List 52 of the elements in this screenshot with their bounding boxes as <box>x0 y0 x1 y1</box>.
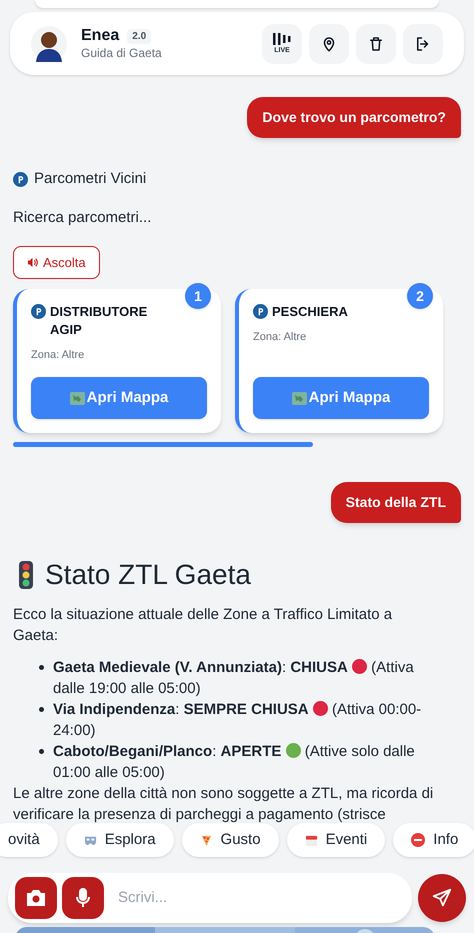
parking-icon <box>253 304 268 319</box>
calendar-icon <box>304 834 318 846</box>
camera-button[interactable] <box>15 877 57 919</box>
map-icon <box>70 392 85 404</box>
zone-status: Via Indipendenza: SEMPRE CHIUSA (Attiva 00:00-24:00) <box>53 699 441 741</box>
message-title: Parcometri Vicini <box>34 169 146 189</box>
number-badge: 1 <box>185 283 211 309</box>
user-message: Dove trovo un parcometro? <box>247 97 461 138</box>
microphone-button[interactable] <box>62 877 104 919</box>
assistant-subtitle: Guida di Gaeta <box>81 46 162 61</box>
delete-button[interactable] <box>356 24 396 64</box>
bullet-icon <box>39 665 44 670</box>
zone-label: Zona: Altre <box>253 330 306 345</box>
parking-icon <box>13 172 28 187</box>
camera-icon <box>26 889 46 907</box>
map-icon <box>292 392 307 404</box>
number-badge: 2 <box>407 283 433 309</box>
sound-bars-icon <box>273 32 291 44</box>
card-title: DISTRIBUTORE AGIP <box>50 303 148 339</box>
user-message: Stato della ZTL <box>330 482 461 523</box>
quick-chip[interactable]: Eventi <box>286 823 386 857</box>
traffic-light-icon <box>19 561 33 589</box>
avatar-icon <box>31 26 67 62</box>
pizza-icon <box>200 834 213 846</box>
zone-status: Caboto/Begani/Planco: APERTE (Attive solo dalle 01:00 alle 05:00) <box>53 741 441 783</box>
send-button[interactable] <box>418 874 466 922</box>
speaker-icon <box>27 257 38 268</box>
open-map-button[interactable]: Apri Mappa <box>31 377 207 419</box>
zone-status: Gaeta Medievale (V. Annunziata): CHIUSA (Attiva dalle 19:00 alle 05:00) <box>53 657 441 699</box>
parking-icon <box>31 304 46 319</box>
listen-button[interactable]: Ascolta <box>13 246 100 279</box>
bullet-icon <box>39 707 44 712</box>
section-heading: Stato ZTL Gaeta <box>45 558 251 592</box>
assistant-name: Enea <box>81 26 120 46</box>
trash-icon <box>367 34 385 52</box>
message-field[interactable]: Scrivi... <box>8 873 412 923</box>
location-button[interactable] <box>309 24 349 64</box>
microphone-icon <box>75 888 91 908</box>
version-badge: 2.0 <box>127 28 152 44</box>
logout-button[interactable] <box>403 24 443 64</box>
intro-text: Ecco la situazione attuale delle Zone a Traffico Limitato a Gaeta: <box>13 605 394 646</box>
status-text: Ricerca parcometri... <box>13 208 152 228</box>
quick-chip[interactable]: Gusto <box>182 823 279 857</box>
zone-label: Zona: Altre <box>31 348 84 363</box>
message-input[interactable]: Scrivi... <box>118 886 412 910</box>
open-map-button[interactable]: Apri Mappa <box>253 377 429 419</box>
quick-chip[interactable]: ovità <box>0 823 58 857</box>
send-icon <box>431 887 453 909</box>
quick-chip[interactable]: Info <box>393 823 474 857</box>
quick-chip[interactable]: Esplora <box>66 823 174 857</box>
card-title: PESCHIERA <box>272 303 348 321</box>
bullet-icon <box>39 749 44 754</box>
